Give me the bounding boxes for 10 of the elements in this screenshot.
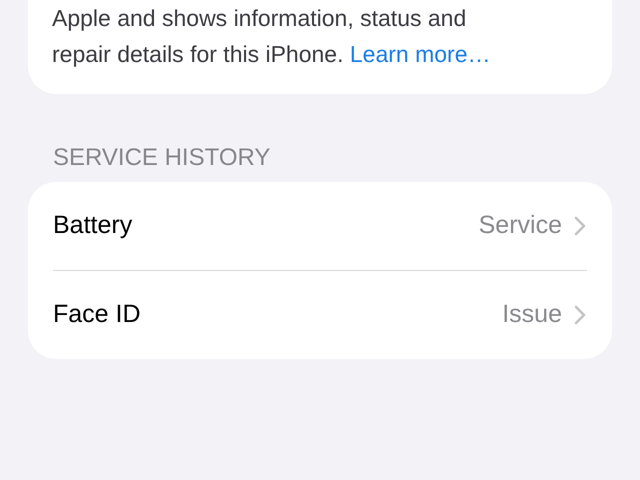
learn-more-link[interactable]: Learn more… (350, 41, 491, 67)
description-text: repair details for this iPhone. (52, 41, 344, 67)
section-header: SERVICE HISTORY (52, 143, 272, 173)
chevron-icon (574, 216, 586, 236)
description-text: Apple and shows information, status and (52, 4, 468, 33)
row-label[interactable]: Face ID (53, 296, 502, 334)
row-label[interactable]: Battery (53, 207, 479, 245)
chevron-icon (574, 305, 586, 325)
row-value: Service (478, 210, 562, 242)
row-value: Issue (502, 299, 562, 330)
